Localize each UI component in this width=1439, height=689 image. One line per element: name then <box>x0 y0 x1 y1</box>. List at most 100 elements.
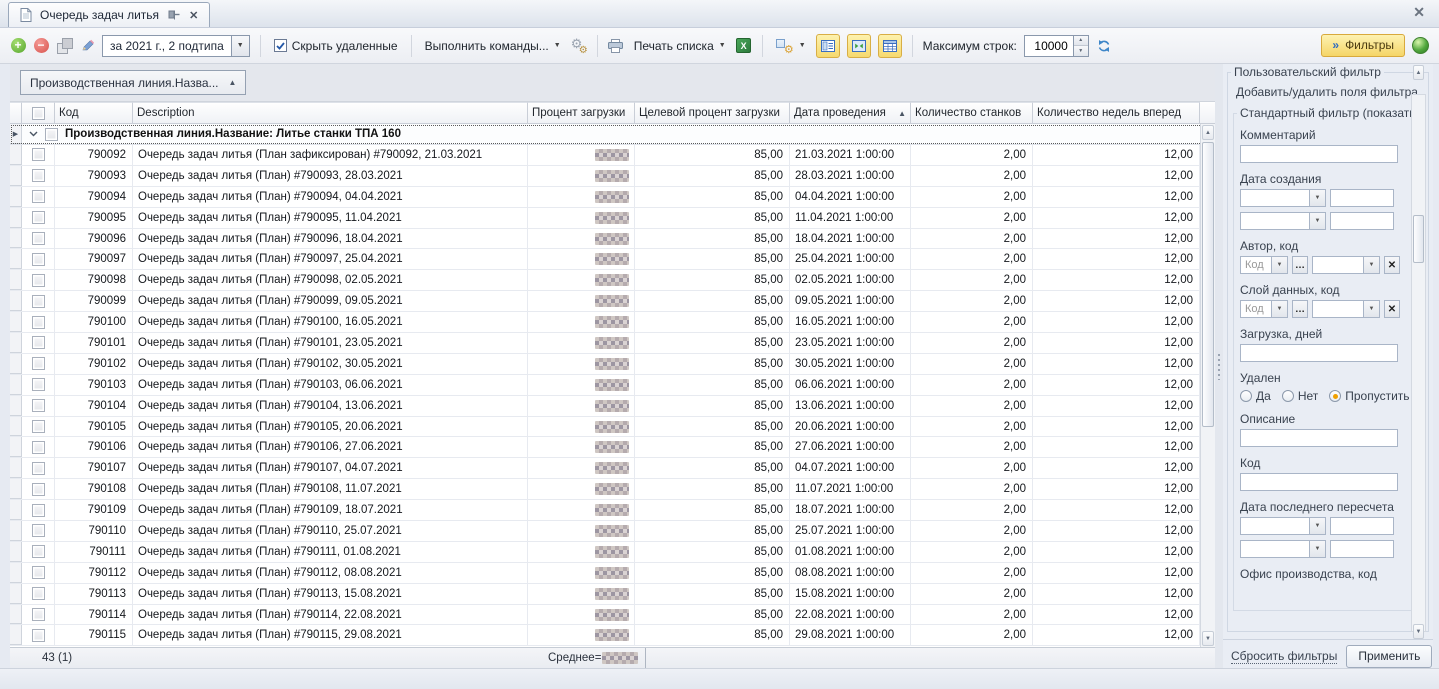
author-value-combo[interactable]: ▼ <box>1312 256 1380 274</box>
select-all-checkbox[interactable] <box>22 102 55 124</box>
row-checkbox[interactable] <box>22 354 55 374</box>
table-row[interactable]: 790105 Очередь задач литья (План) #79010… <box>10 417 1215 438</box>
column-header-description[interactable]: Description <box>133 102 528 124</box>
row-checkbox[interactable] <box>22 437 55 457</box>
row-checkbox[interactable] <box>22 187 55 207</box>
table-row[interactable]: 790114 Очередь задач литья (План) #79011… <box>10 605 1215 626</box>
edit-button[interactable] <box>79 38 95 54</box>
scroll-down-icon[interactable]: ▼ <box>1202 631 1214 646</box>
row-checkbox[interactable] <box>22 270 55 290</box>
column-header-code[interactable]: Код <box>55 102 133 124</box>
table-row[interactable]: 790093 Очередь задач литья (План) #79009… <box>10 166 1215 187</box>
layer-lookup-button[interactable]: … <box>1292 300 1308 318</box>
created-to-input[interactable] <box>1330 212 1394 230</box>
recalc-from-operator[interactable]: ▼ <box>1240 517 1326 535</box>
grid-settings-button[interactable]: ⚙ ▼ <box>773 36 809 56</box>
apply-button[interactable]: Применить <box>1346 645 1432 668</box>
table-vertical-scrollbar[interactable]: ▲ ▼ <box>1200 124 1215 647</box>
excel-export-icon[interactable]: X <box>736 38 752 54</box>
scrollbar-thumb[interactable] <box>1413 215 1424 263</box>
row-checkbox[interactable] <box>22 291 55 311</box>
printer-icon[interactable] <box>608 38 624 54</box>
scroll-down-icon[interactable]: ▼ <box>1413 624 1424 639</box>
window-close-icon[interactable]: ✕ <box>1413 5 1425 19</box>
hide-deleted-checkbox[interactable]: Скрыть удаленные <box>271 37 401 55</box>
table-row[interactable]: 790112 Очередь задач литья (План) #79011… <box>10 563 1215 584</box>
row-checkbox[interactable] <box>22 208 55 228</box>
toggle-fit-width-button[interactable] <box>847 34 871 58</box>
remove-button[interactable]: − <box>33 38 49 54</box>
table-row[interactable]: 790103 Очередь задач литья (План) #79010… <box>10 375 1215 396</box>
recalc-to-operator[interactable]: ▼ <box>1240 540 1326 558</box>
row-checkbox[interactable] <box>22 625 55 645</box>
table-row[interactable]: 790104 Очередь задач литья (План) #79010… <box>10 396 1215 417</box>
commands-settings-icon[interactable]: ⚙⚙ <box>571 38 587 54</box>
created-from-input[interactable] <box>1330 189 1394 207</box>
recalc-from-input[interactable] <box>1330 517 1394 535</box>
radio-skip[interactable]: Пропустить <box>1329 389 1409 403</box>
table-row[interactable]: 790109 Очередь задач литья (План) #79010… <box>10 500 1215 521</box>
expand-chevron-icon[interactable] <box>29 131 38 137</box>
scroll-up-icon[interactable]: ▲ <box>1202 125 1214 140</box>
max-rows-input[interactable] <box>1024 35 1074 57</box>
table-row[interactable]: 790108 Очередь задач литья (План) #79010… <box>10 479 1215 500</box>
reset-filters-link[interactable]: Сбросить фильтры <box>1231 649 1337 664</box>
filters-button[interactable]: » Фильтры <box>1321 34 1405 57</box>
tab-queue[interactable]: Очередь задач литья ✕ <box>8 2 210 27</box>
tab-close-icon[interactable]: ✕ <box>187 9 200 22</box>
add-remove-fields-link[interactable]: Добавить/удалить поля фильтра <box>1236 85 1418 99</box>
spin-down-icon[interactable]: ▼ <box>1074 46 1088 56</box>
panel-vertical-scrollbar[interactable]: ▲ ▼ <box>1411 94 1426 632</box>
pin-icon[interactable] <box>165 7 181 23</box>
table-row[interactable]: 790100 Очередь задач литья (План) #79010… <box>10 312 1215 333</box>
table-row[interactable]: 790102 Очередь задач литья (План) #79010… <box>10 354 1215 375</box>
row-checkbox[interactable] <box>22 605 55 625</box>
author-code-combo[interactable]: Код▼ <box>1240 256 1288 274</box>
layer-clear-icon[interactable]: ✕ <box>1384 300 1400 318</box>
scrollbar-thumb[interactable] <box>1202 142 1214 427</box>
author-lookup-button[interactable]: … <box>1292 256 1308 274</box>
created-from-operator[interactable]: ▼ <box>1240 189 1326 207</box>
table-row[interactable]: 790106 Очередь задач литья (План) #79010… <box>10 437 1215 458</box>
row-checkbox[interactable] <box>22 563 55 583</box>
table-row[interactable]: 790095 Очередь задач литья (План) #79009… <box>10 208 1215 229</box>
row-checkbox[interactable] <box>22 312 55 332</box>
column-header-weeks[interactable]: Количество недель вперед <box>1033 102 1200 124</box>
radio-no[interactable]: Нет <box>1282 389 1318 403</box>
toggle-grid-view-button[interactable] <box>878 34 902 58</box>
code-input[interactable] <box>1240 473 1398 491</box>
row-checkbox[interactable] <box>22 166 55 186</box>
row-checkbox[interactable] <box>22 333 55 353</box>
row-checkbox[interactable] <box>22 458 55 478</box>
scroll-up-icon[interactable]: ▲ <box>1413 65 1424 80</box>
toggle-details-view-button[interactable] <box>816 34 840 58</box>
column-header-machines[interactable]: Количество станков <box>911 102 1033 124</box>
column-header-date[interactable]: Дата проведения ▲ <box>790 102 911 124</box>
row-checkbox[interactable] <box>22 375 55 395</box>
row-checkbox[interactable] <box>22 249 55 269</box>
table-row[interactable]: 790113 Очередь задач литья (План) #79011… <box>10 584 1215 605</box>
table-row[interactable]: 790099 Очередь задач литья (План) #79009… <box>10 291 1215 312</box>
group-row[interactable]: ▶ Производственная линия.Название: Литье… <box>10 124 1215 145</box>
table-row[interactable]: 790115 Очередь задач литья (План) #79011… <box>10 625 1215 646</box>
row-checkbox[interactable] <box>22 584 55 604</box>
table-row[interactable]: 790094 Очередь задач литья (План) #79009… <box>10 187 1215 208</box>
table-row[interactable]: 790110 Очередь задач литья (План) #79011… <box>10 521 1215 542</box>
row-checkbox[interactable] <box>22 396 55 416</box>
panel-splitter[interactable] <box>1215 64 1223 668</box>
spin-up-icon[interactable]: ▲ <box>1074 36 1088 47</box>
chevron-down-icon[interactable]: ▼ <box>232 35 250 57</box>
row-checkbox[interactable] <box>22 479 55 499</box>
recalc-to-input[interactable] <box>1330 540 1394 558</box>
group-checkbox[interactable] <box>45 128 58 141</box>
column-header-target[interactable]: Целевой процент загрузки <box>635 102 790 124</box>
row-checkbox[interactable] <box>22 417 55 437</box>
row-checkbox[interactable] <box>22 500 55 520</box>
add-button[interactable]: + <box>10 38 26 54</box>
created-to-operator[interactable]: ▼ <box>1240 212 1326 230</box>
author-clear-icon[interactable]: ✕ <box>1384 256 1400 274</box>
row-checkbox[interactable] <box>22 145 55 165</box>
table-row[interactable]: 790101 Очередь задач литья (План) #79010… <box>10 333 1215 354</box>
table-row[interactable]: 790098 Очередь задач литья (План) #79009… <box>10 270 1215 291</box>
load-days-input[interactable] <box>1240 344 1398 362</box>
